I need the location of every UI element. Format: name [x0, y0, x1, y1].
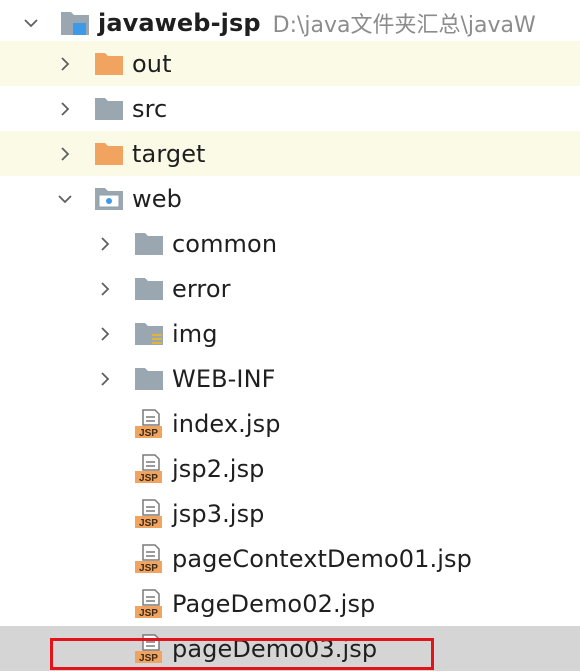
tree-item-file[interactable]: JSP jsp3.jsp — [0, 491, 580, 536]
jsp-badge-text: JSP — [139, 473, 158, 484]
project-path: D:\java文件夹汇总\javaW — [272, 12, 536, 38]
jsp-file-icon: JSP — [134, 543, 164, 574]
web-folder-icon — [94, 184, 124, 214]
tree-item-img[interactable]: img — [0, 311, 580, 356]
tree-item-label: jsp2.jsp — [172, 454, 265, 483]
tree-item-project-root[interactable]: javaweb-jsp D:\java文件夹汇总\javaW — [0, 0, 580, 45]
chevron-down-icon[interactable] — [54, 188, 76, 210]
tree-item-file[interactable]: JSP PageDemo02.jsp — [0, 581, 580, 626]
tree-item-file[interactable]: JSP index.jsp — [0, 401, 580, 446]
jsp-badge-text: JSP — [139, 608, 158, 619]
project-tree: javaweb-jsp D:\java文件夹汇总\javaW out src t… — [0, 0, 580, 672]
chevron-right-icon[interactable] — [54, 143, 76, 165]
folder-icon — [134, 364, 164, 394]
jsp-file-icon: JSP — [134, 588, 164, 619]
tree-item-label: pageContextDemo01.jsp — [172, 544, 472, 573]
tree-item-label: target — [132, 139, 206, 168]
jsp-badge-text: JSP — [139, 428, 158, 439]
tree-item-web[interactable]: web — [0, 176, 580, 221]
tree-item-file[interactable]: JSP jsp2.jsp — [0, 446, 580, 491]
jsp-badge-text: JSP — [139, 518, 158, 529]
folder-icon — [94, 94, 124, 124]
tree-item-label: out — [132, 49, 172, 78]
jsp-badge-text: JSP — [139, 653, 158, 664]
tree-item-target[interactable]: target — [0, 131, 580, 176]
tree-item-label: src — [132, 94, 168, 123]
tree-item-label: WEB-INF — [172, 364, 276, 393]
tree-item-label: error — [172, 274, 231, 303]
chevron-right-icon[interactable] — [94, 368, 116, 390]
chevron-right-icon[interactable] — [54, 53, 76, 75]
project-name: javaweb-jsp — [98, 8, 261, 37]
tree-item-label: common — [172, 229, 278, 258]
chevron-right-icon[interactable] — [94, 233, 116, 255]
jsp-file-icon: JSP — [134, 633, 164, 664]
folder-icon — [134, 229, 164, 259]
jsp-badge-text: JSP — [139, 563, 158, 574]
tree-item-label: PageDemo02.jsp — [172, 589, 376, 618]
tree-item-label: img — [172, 319, 218, 348]
tree-item-label: jsp3.jsp — [172, 499, 265, 528]
resource-folder-icon — [134, 319, 164, 349]
chevron-right-icon[interactable] — [94, 323, 116, 345]
excluded-folder-icon — [94, 49, 124, 79]
tree-item-label: index.jsp — [172, 409, 281, 438]
tree-item-common[interactable]: common — [0, 221, 580, 266]
tree-item-src[interactable]: src — [0, 86, 580, 131]
jsp-file-icon: JSP — [134, 498, 164, 529]
tree-item-out[interactable]: out — [0, 41, 580, 86]
tree-item-file-selected[interactable]: JSP pageDemo03.jsp — [0, 626, 580, 671]
tree-item-error[interactable]: error — [0, 266, 580, 311]
chevron-right-icon[interactable] — [94, 278, 116, 300]
excluded-folder-icon — [94, 139, 124, 169]
tree-item-web-inf[interactable]: WEB-INF — [0, 356, 580, 401]
tree-item-file[interactable]: JSP pageContextDemo01.jsp — [0, 536, 580, 581]
jsp-file-icon: JSP — [134, 453, 164, 484]
tree-item-label: web — [132, 184, 182, 213]
chevron-right-icon[interactable] — [54, 98, 76, 120]
module-folder-icon — [60, 8, 90, 38]
chevron-down-icon[interactable] — [20, 12, 42, 34]
jsp-file-icon: JSP — [134, 408, 164, 439]
folder-icon — [134, 274, 164, 304]
tree-item-label: pageDemo03.jsp — [172, 634, 378, 663]
